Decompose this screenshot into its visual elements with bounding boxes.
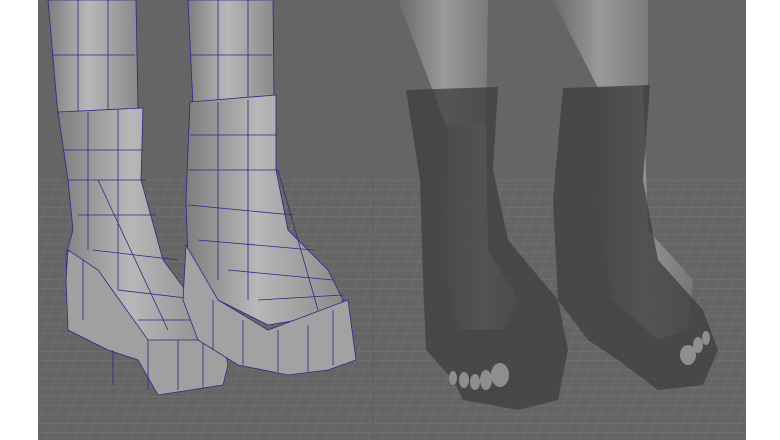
viewport-render xyxy=(38,0,746,440)
render-canvas xyxy=(38,0,746,440)
